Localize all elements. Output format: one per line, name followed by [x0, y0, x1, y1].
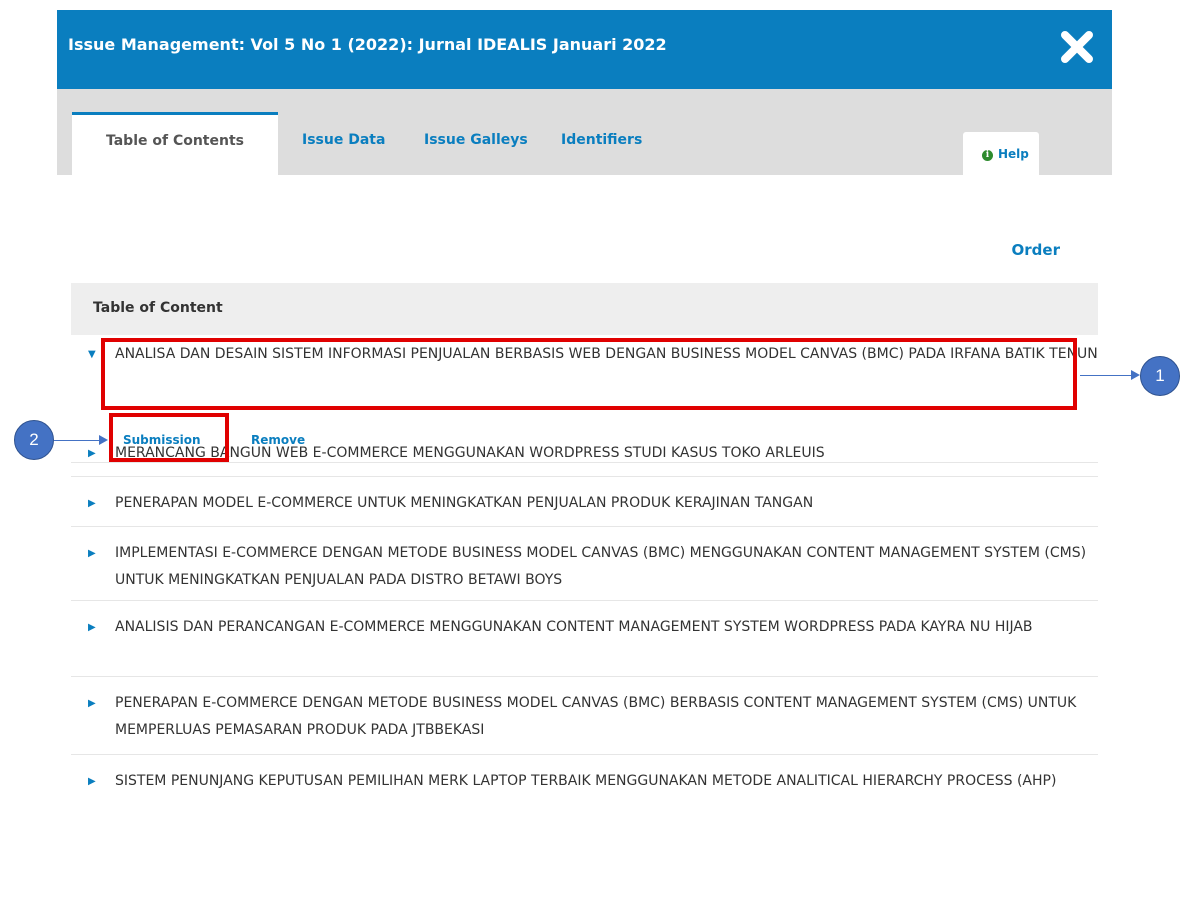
arrow-right-icon: [1131, 370, 1140, 380]
toc-item[interactable]: ▶ PENERAPAN MODEL E-COMMERCE UNTUK MENIN…: [71, 477, 1098, 527]
toc-item[interactable]: ▶ PENERAPAN E-COMMERCE DENGAN METODE BUS…: [71, 677, 1098, 755]
highlight-box-title: [101, 338, 1077, 410]
modal-header: Issue Management: Vol 5 No 1 (2022): Jur…: [57, 10, 1112, 89]
caret-right-icon[interactable]: ▶: [88, 768, 96, 795]
caret-right-icon[interactable]: ▶: [88, 540, 96, 567]
order-link[interactable]: Order: [1012, 241, 1060, 259]
close-icon[interactable]: [1056, 26, 1098, 68]
callout-1-badge: 1: [1140, 356, 1180, 396]
help-label: Help: [998, 147, 1029, 161]
toc-item[interactable]: ▶ ANALISIS DAN PERANCANGAN E-COMMERCE ME…: [71, 601, 1098, 677]
arrow-right-icon: [99, 435, 108, 445]
toc-item-title[interactable]: SISTEM PENUNJANG KEPUTUSAN PEMILIHAN MER…: [115, 773, 1056, 789]
caret-right-icon[interactable]: ▶: [88, 490, 96, 517]
modal-title: Issue Management: Vol 5 No 1 (2022): Jur…: [68, 35, 667, 54]
tab-issue-galleys[interactable]: Issue Galleys: [424, 112, 528, 175]
tab-identifiers[interactable]: Identifiers: [561, 112, 642, 175]
caret-right-icon[interactable]: ▶: [88, 440, 96, 467]
toc-item-title[interactable]: ANALISIS DAN PERANCANGAN E-COMMERCE MENG…: [115, 619, 1033, 635]
toc-item[interactable]: ▶ IMPLEMENTASI E-COMMERCE DENGAN METODE …: [71, 527, 1098, 601]
caret-right-icon[interactable]: ▶: [88, 690, 96, 717]
toc-header: Table of Content: [71, 283, 1098, 335]
toc-item-title[interactable]: IMPLEMENTASI E-COMMERCE DENGAN METODE BU…: [115, 545, 1086, 588]
callout-2-arrow-line: [54, 440, 100, 441]
tab-issue-data[interactable]: Issue Data: [302, 112, 385, 175]
caret-right-icon[interactable]: ▶: [88, 614, 96, 641]
info-icon: i: [982, 150, 993, 161]
tab-bar: Table of Contents Issue Data Issue Galle…: [57, 89, 1112, 175]
callout-2-badge: 2: [14, 420, 54, 460]
toc-item-title[interactable]: PENERAPAN MODEL E-COMMERCE UNTUK MENINGK…: [115, 495, 813, 511]
help-button[interactable]: i Help: [963, 132, 1039, 175]
callout-1-arrow-line: [1080, 375, 1132, 376]
tab-table-of-contents[interactable]: Table of Contents: [72, 112, 278, 175]
toc-item-title[interactable]: PENERAPAN E-COMMERCE DENGAN METODE BUSIN…: [115, 695, 1076, 738]
toc-item[interactable]: ▶ SISTEM PENUNJANG KEPUTUSAN PEMILIHAN M…: [71, 755, 1098, 833]
caret-down-icon[interactable]: ▼: [88, 341, 96, 368]
highlight-box-submission: [109, 413, 229, 462]
